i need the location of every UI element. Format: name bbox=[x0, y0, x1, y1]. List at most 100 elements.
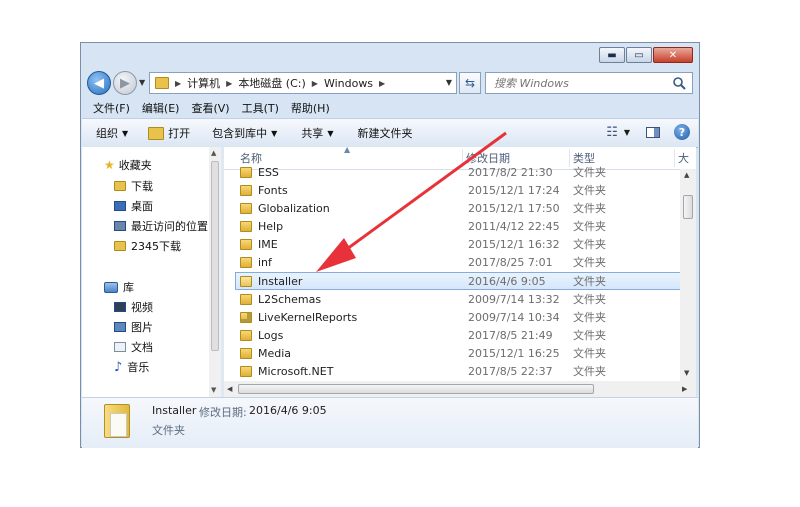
breadcrumb-separator-icon[interactable]: ▶ bbox=[379, 79, 385, 88]
caption-buttons: ▬ ▭ ✕ bbox=[598, 47, 693, 63]
file-row[interactable]: LiveKernelReports 2009/7/14 10:34 文件夹 bbox=[236, 308, 680, 326]
file-row[interactable]: Help 2011/4/12 22:45 文件夹 bbox=[236, 217, 680, 235]
scroll-left-icon[interactable]: ◀ bbox=[227, 385, 232, 393]
file-row[interactable]: Fonts 2015/12/1 17:24 文件夹 bbox=[236, 181, 680, 199]
help-icon[interactable]: ? bbox=[674, 124, 690, 140]
file-row[interactable]: ESS 2017/8/2 21:30 文件夹 bbox=[236, 163, 680, 181]
recent-pages-dropdown-icon[interactable]: ▼ bbox=[139, 78, 145, 87]
recent-places-icon bbox=[114, 221, 126, 231]
nav-item-desktop[interactable]: 桌面 bbox=[114, 198, 153, 214]
nav-label: 图片 bbox=[131, 321, 153, 334]
folder-icon bbox=[155, 77, 169, 89]
file-type: 文件夹 bbox=[573, 166, 606, 179]
nav-item-pictures[interactable]: 图片 bbox=[114, 319, 153, 335]
search-input[interactable] bbox=[492, 75, 666, 91]
new-folder-button[interactable]: 新建文件夹 bbox=[357, 125, 412, 141]
change-view-icon[interactable]: ☷ bbox=[606, 125, 618, 140]
menu-help[interactable]: 帮助(H) bbox=[285, 100, 336, 116]
folder-icon bbox=[240, 365, 252, 377]
file-row[interactable]: L2Schemas 2009/7/14 13:32 文件夹 bbox=[236, 290, 680, 308]
file-type: 文件夹 bbox=[573, 329, 606, 342]
file-row[interactable]: inf 2017/8/25 7:01 文件夹 bbox=[236, 253, 680, 271]
refresh-icon: ⇆ bbox=[464, 76, 476, 90]
nav-item-documents[interactable]: 文档 bbox=[114, 339, 153, 355]
file-row[interactable]: Globalization 2015/12/1 17:50 文件夹 bbox=[236, 199, 680, 217]
breadcrumb-computer[interactable]: 计算机 bbox=[187, 75, 220, 91]
include-in-library-label: 包含到库中 bbox=[212, 127, 268, 140]
scroll-right-icon[interactable]: ▶ bbox=[682, 385, 687, 393]
folder-icon bbox=[240, 275, 252, 287]
nav-label: 收藏夹 bbox=[118, 159, 152, 172]
file-name: L2Schemas bbox=[258, 292, 322, 306]
folder-icon bbox=[114, 241, 126, 251]
file-row[interactable]: Microsoft.NET 2017/8/5 22:37 文件夹 bbox=[236, 362, 680, 380]
refresh-button[interactable]: ⇆ bbox=[459, 72, 481, 94]
address-dropdown-icon[interactable]: ▼ bbox=[446, 78, 452, 87]
back-button[interactable]: ◀ bbox=[87, 71, 111, 95]
forward-button[interactable]: ▶ bbox=[113, 71, 137, 95]
nav-item-downloads[interactable]: 下载 bbox=[114, 178, 153, 194]
file-date: 2016/4/6 9:05 bbox=[468, 274, 546, 288]
menu-view[interactable]: 查看(V) bbox=[185, 100, 235, 116]
nav-scroll-thumb[interactable] bbox=[211, 161, 219, 351]
file-date: 2015/12/1 16:25 bbox=[468, 346, 560, 360]
nav-favorites[interactable]: ★ 收藏夹 bbox=[104, 157, 152, 173]
search-box[interactable] bbox=[485, 72, 693, 94]
breadcrumb-separator-icon[interactable]: ▶ bbox=[226, 79, 232, 88]
breadcrumb-separator-icon[interactable]: ▶ bbox=[312, 79, 318, 88]
command-bar: 组织 ▼ 打开 包含到库中 ▼ 共享 ▼ 新建文件夹 ☷ ▼ ? bbox=[82, 118, 698, 148]
breadcrumb-local-disk[interactable]: 本地磁盘 (C:) bbox=[238, 75, 305, 91]
vertical-scrollbar[interactable]: ▲ ▼ bbox=[680, 169, 696, 381]
file-type: 文件夹 bbox=[573, 275, 606, 288]
music-note-icon: ♪ bbox=[114, 359, 123, 375]
menu-tools[interactable]: 工具(T) bbox=[236, 100, 285, 116]
scroll-down-icon[interactable]: ▼ bbox=[684, 369, 689, 377]
vertical-scroll-thumb[interactable] bbox=[683, 195, 693, 219]
nav-item-videos[interactable]: 视频 bbox=[114, 299, 153, 315]
file-row[interactable]: IME 2015/12/1 16:32 文件夹 bbox=[236, 235, 680, 253]
breadcrumb-separator-icon[interactable]: ▶ bbox=[175, 79, 181, 88]
chevron-down-icon: ▼ bbox=[327, 128, 334, 138]
file-row[interactable]: Logs 2017/8/5 21:49 文件夹 bbox=[236, 326, 680, 344]
locked-folder-icon bbox=[240, 311, 252, 323]
chevron-down-icon[interactable]: ▼ bbox=[624, 128, 630, 137]
scroll-up-icon[interactable]: ▲ bbox=[211, 149, 216, 157]
open-label: 打开 bbox=[168, 127, 191, 140]
file-type: 文件夹 bbox=[573, 293, 606, 306]
nav-item-music[interactable]: ♪ 音乐 bbox=[114, 359, 149, 375]
organize-label: 组织 bbox=[96, 127, 118, 140]
folder-icon bbox=[240, 202, 252, 214]
maximize-button[interactable]: ▭ bbox=[626, 47, 652, 63]
address-bar[interactable]: ▶ 计算机 ▶ 本地磁盘 (C:) ▶ Windows ▶ ▼ bbox=[149, 72, 457, 94]
horizontal-scrollbar[interactable]: ◀ ▶ bbox=[224, 381, 696, 397]
open-folder-icon bbox=[148, 126, 165, 140]
menu-edit[interactable]: 编辑(E) bbox=[136, 100, 186, 116]
nav-item-2345-downloads[interactable]: 2345下载 bbox=[114, 238, 181, 254]
file-date: 2017/8/2 21:30 bbox=[468, 165, 553, 179]
search-icon[interactable] bbox=[672, 76, 686, 90]
file-row-selected[interactable]: Installer 2016/4/6 9:05 文件夹 bbox=[235, 272, 681, 290]
menu-file[interactable]: 文件(F) bbox=[87, 100, 136, 116]
open-button[interactable]: 打开 bbox=[148, 125, 190, 141]
scroll-up-icon[interactable]: ▲ bbox=[684, 171, 689, 179]
include-in-library-button[interactable]: 包含到库中 ▼ bbox=[212, 125, 277, 141]
view-controls: ☷ ▼ ? bbox=[606, 124, 690, 140]
video-library-icon bbox=[114, 302, 126, 312]
preview-pane-icon[interactable] bbox=[646, 126, 660, 138]
nav-label: 2345下载 bbox=[131, 240, 181, 253]
large-folder-icon bbox=[104, 404, 130, 438]
nav-libraries[interactable]: 库 bbox=[104, 279, 134, 295]
details-date-label: 修改日期: bbox=[199, 406, 247, 419]
scroll-down-icon[interactable]: ▼ bbox=[211, 386, 216, 394]
nav-item-recent-places[interactable]: 最近访问的位置 bbox=[114, 218, 208, 234]
nav-scrollbar[interactable]: ▲ ▼ bbox=[209, 147, 221, 397]
breadcrumb-windows[interactable]: Windows bbox=[324, 77, 373, 90]
minimize-button[interactable]: ▬ bbox=[599, 47, 625, 63]
share-button[interactable]: 共享 ▼ bbox=[301, 125, 333, 141]
details-date-value: 2016/4/6 9:05 bbox=[249, 404, 327, 417]
organize-button[interactable]: 组织 ▼ bbox=[96, 125, 128, 141]
horizontal-scroll-thumb[interactable] bbox=[238, 384, 594, 394]
file-date: 2011/4/12 22:45 bbox=[468, 219, 560, 233]
close-button[interactable]: ✕ bbox=[653, 47, 693, 63]
file-row[interactable]: Media 2015/12/1 16:25 文件夹 bbox=[236, 344, 680, 362]
